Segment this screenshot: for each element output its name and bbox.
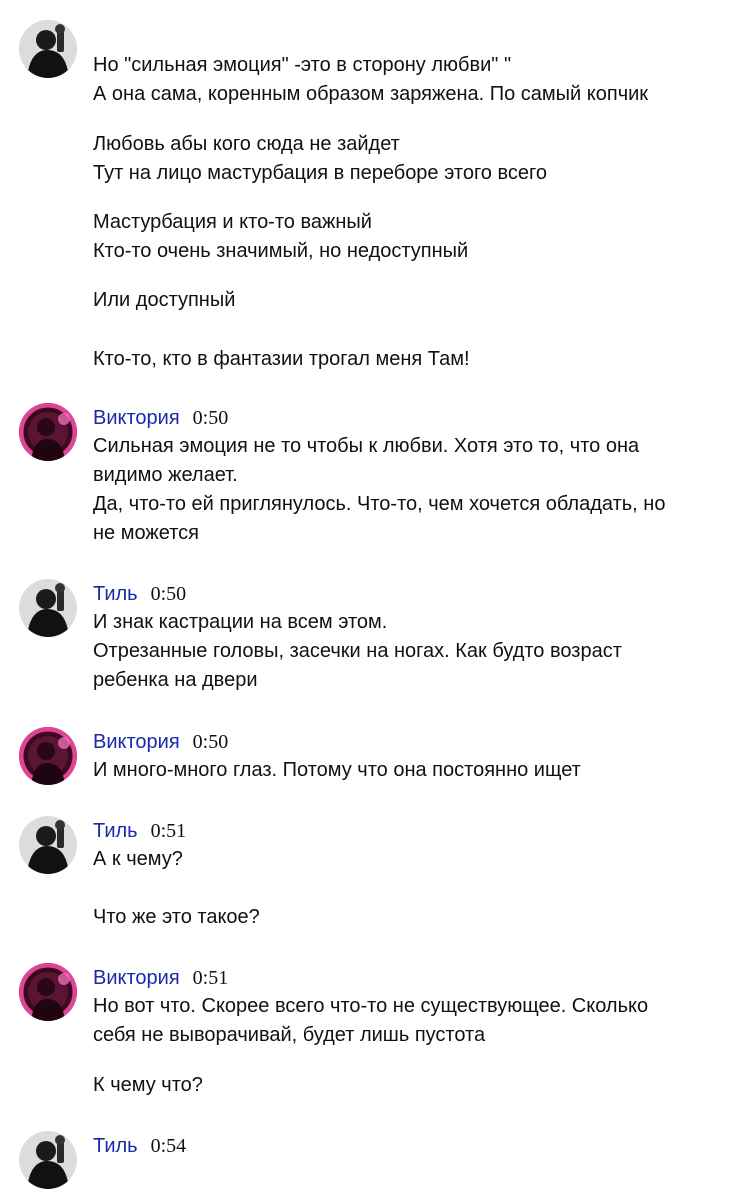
message-time: 0:54 [150, 1134, 187, 1157]
message-header: Тиль 0:54 [93, 1132, 186, 1160]
author-name[interactable]: Тиль [93, 820, 138, 843]
person-silhouette-icon [19, 1131, 77, 1189]
person-silhouette-icon [19, 579, 77, 637]
message-line: Да, что-то ей приглянулось. Что-то, чем … [93, 493, 666, 515]
message-time: 0:51 [192, 966, 229, 989]
message-line: Отрезанные головы, засечки на ногах. Как… [93, 640, 622, 662]
message-header: Виктория 0:50 [93, 728, 228, 756]
message-header: Виктория 0:50 [93, 404, 228, 432]
author-name[interactable]: Тиль [93, 1135, 138, 1158]
message-line: И знак кастрации на всем этом. [93, 611, 388, 633]
message-time: 0:50 [150, 582, 187, 605]
author-name[interactable]: Виктория [93, 407, 180, 430]
message-line: Тут на лицо мастурбация в переборе этого… [93, 162, 547, 184]
message-line: Или доступный [93, 289, 236, 311]
message-line: Но вот что. Скорее всего что-то не сущес… [93, 995, 649, 1017]
avatar[interactable] [19, 579, 77, 637]
message-line: Что же это такое? [93, 906, 260, 928]
avatar[interactable] [19, 403, 77, 461]
avatar[interactable] [19, 963, 77, 1021]
message-header: Тиль 0:51 [93, 817, 186, 845]
person-photo-icon [19, 727, 77, 785]
message-time: 0:50 [192, 730, 229, 753]
person-silhouette-icon [19, 816, 77, 874]
message-time: 0:50 [192, 406, 229, 429]
message-line: Мастурбация и кто-то важный [93, 211, 372, 233]
person-photo-icon [19, 403, 77, 461]
message-line: И много-много глаз. Потому что она посто… [93, 759, 581, 781]
author-name[interactable]: Тиль [93, 583, 138, 606]
message-line: видимо желает. [93, 464, 238, 486]
person-photo-icon [19, 963, 77, 1021]
message-line: К чему что? [93, 1074, 203, 1096]
avatar[interactable] [19, 816, 77, 874]
message-line: А она сама, коренным образом заряжена. П… [93, 83, 649, 105]
avatar[interactable] [19, 20, 77, 78]
message-time: 0:51 [150, 819, 187, 842]
author-name[interactable]: Виктория [93, 967, 180, 990]
message-header: Тиль 0:50 [93, 580, 186, 608]
message-line: себя не выворачивай, будет лишь пустота [93, 1024, 486, 1046]
message-line: не можется [93, 522, 199, 544]
message-line: А к чему? [93, 848, 183, 870]
message-line: Любовь абы кого сюда не зайдет [93, 133, 400, 155]
message-line: Сильная эмоция не то чтобы к любви. Хотя… [93, 435, 640, 457]
message-line: Кто-то, кто в фантазии трогал меня Там! [93, 348, 470, 370]
person-silhouette-icon [19, 20, 77, 78]
author-name[interactable]: Виктория [93, 731, 180, 754]
message-header: Виктория 0:51 [93, 964, 228, 992]
message-line: ребенка на двери [93, 669, 258, 691]
message-line: Но "сильная эмоция" -это в сторону любви… [93, 54, 512, 76]
avatar[interactable] [19, 1131, 77, 1189]
message-line: Кто-то очень значимый, но недоступный [93, 240, 469, 262]
avatar[interactable] [19, 727, 77, 785]
